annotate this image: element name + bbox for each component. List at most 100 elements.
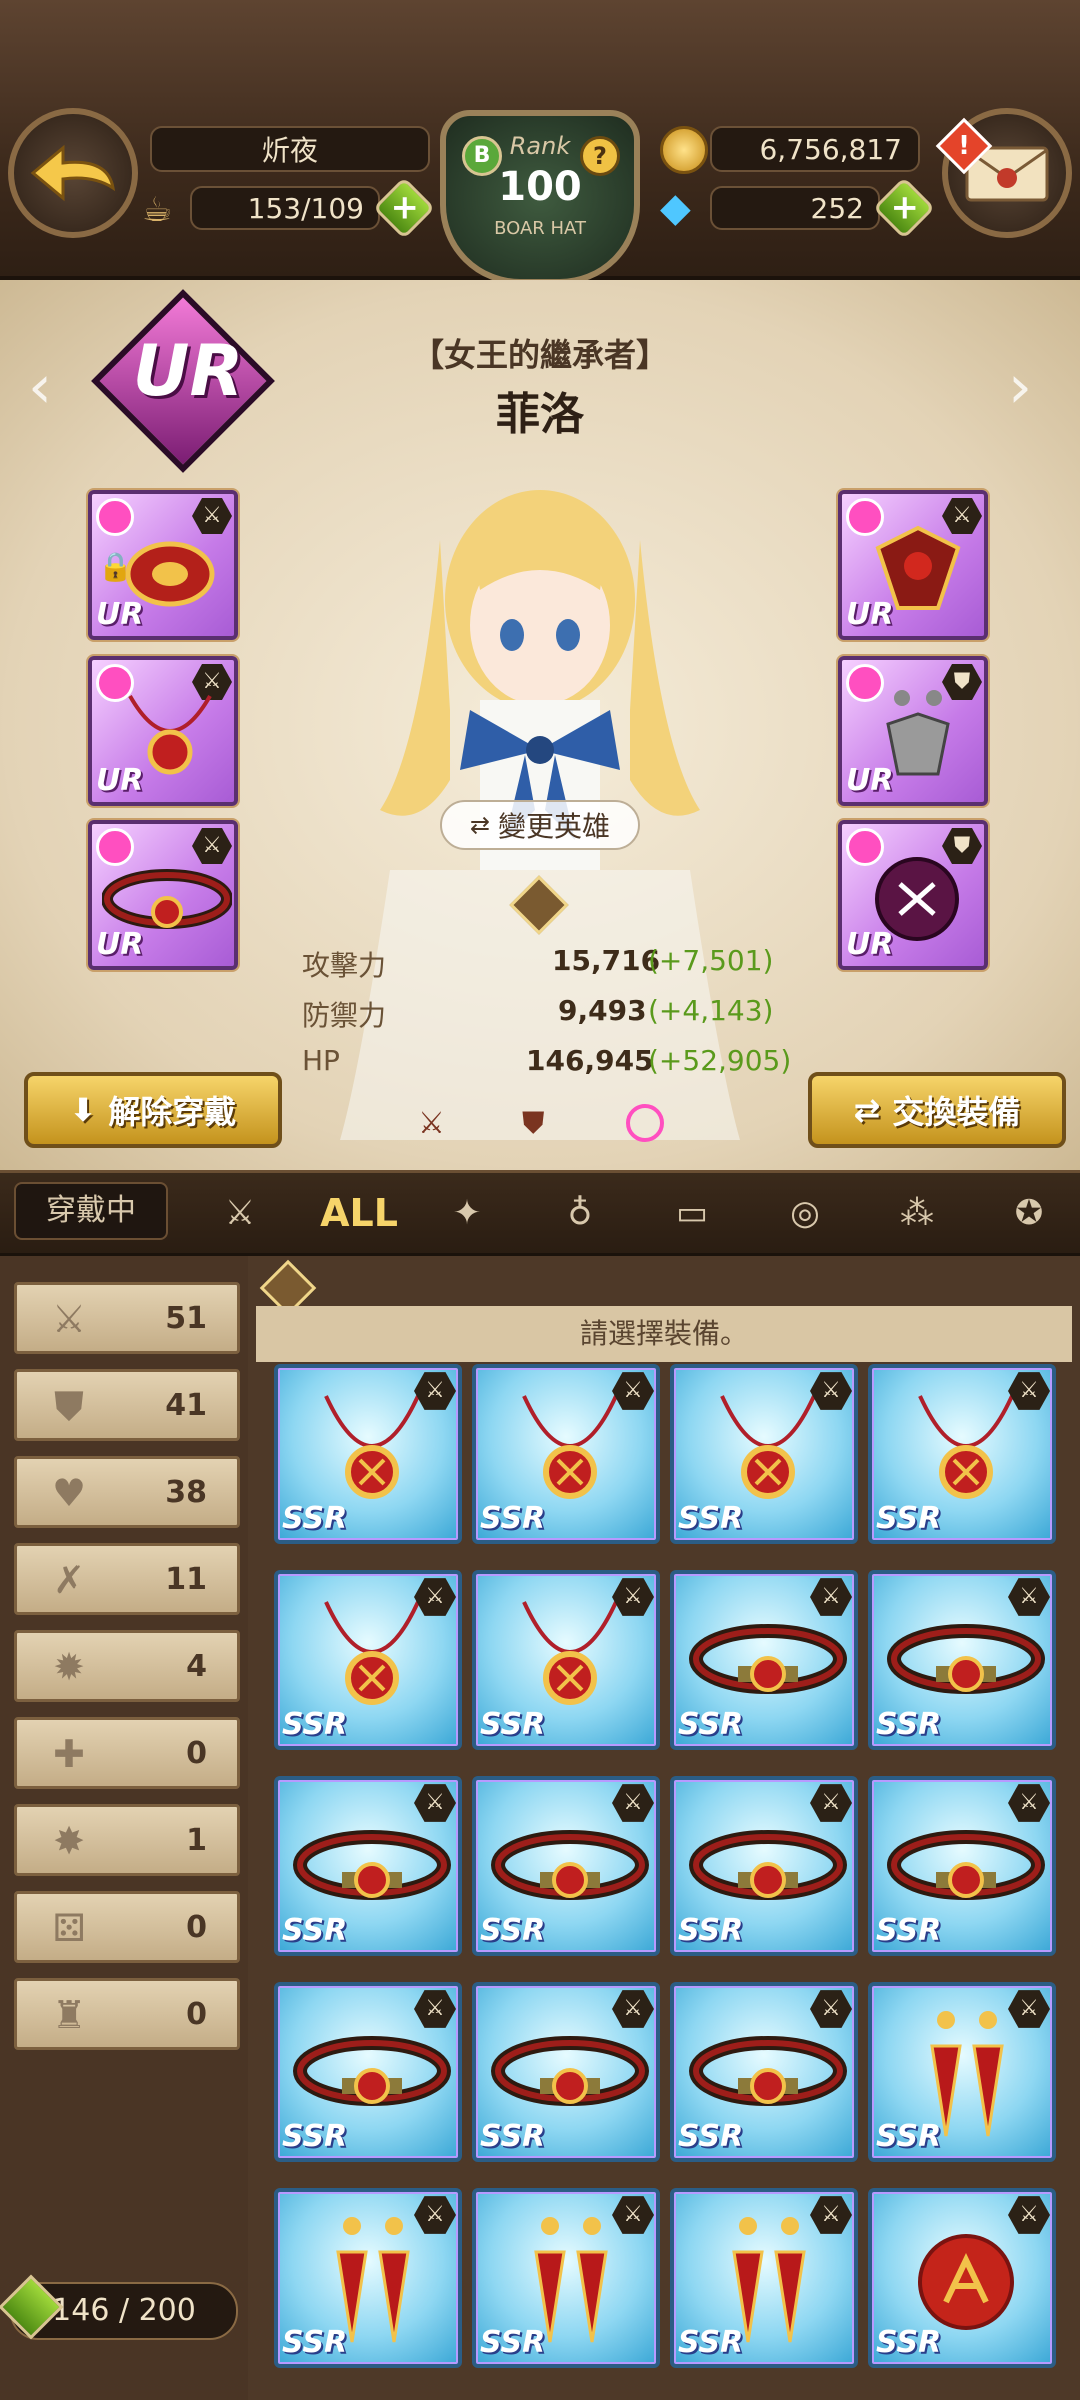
belt-icon [689,1830,847,1900]
filter-attack-icon[interactable]: ⚔ [418,1106,454,1142]
stat-filter-burst[interactable]: ✹ 4 [14,1630,240,1702]
dice-icon: ⚄ [52,1906,86,1950]
stat-filter-dice[interactable]: ⚄ 0 [14,1891,240,1963]
necklace-icon [324,1395,420,1499]
item-rarity: SSR [480,1501,546,1536]
stat-filter-attack[interactable]: ⚔ 51 [14,1282,240,1354]
item-rarity: SSR [480,2119,546,2154]
inventory-item-necklace[interactable]: ⚔ SSR [472,1364,660,1544]
boost-icon[interactable]: B [462,136,502,176]
slot-attack-icon: ⚔ [192,828,232,864]
inventory-item-belt[interactable]: ⚔ SSR [670,1982,858,2162]
rank-badge: Rank 100 BOAR HAT [440,110,640,285]
stat-filter-count: 41 [165,1388,207,1423]
inventory-item-ring[interactable]: ⚔ SSR [868,2188,1056,2368]
stat-filter-count: 1 [186,1823,207,1858]
equip-slot-bracelet[interactable]: ⚔ 🔒 UR [88,490,238,640]
help-icon[interactable]: ? [580,136,620,176]
equip-slot-earrings[interactable]: ⛊ UR [838,656,988,806]
tab-earrings-icon[interactable]: ⁂ [882,1180,952,1246]
item-rarity: SSR [282,2325,348,2360]
grid-prompt: 請選擇裝備。 [256,1306,1072,1362]
inventory-item-belt[interactable]: ⚔ SSR [472,1982,660,2162]
tab-all[interactable]: ALL [314,1180,404,1246]
stat-filter-count: 0 [186,1997,207,2032]
stat-filter-count: 11 [165,1562,207,1597]
item-attack-icon: ⚔ [1008,1784,1050,1822]
inventory-item-belt[interactable]: ⚔ SSR [868,1776,1056,1956]
item-rarity: SSR [678,1707,744,1742]
equip-slot-helm[interactable]: ⚔ UR [838,490,988,640]
item-rarity: SSR [678,1501,744,1536]
stat-defense: 防禦力 9,493 (+4,143) [302,994,774,1032]
belt-icon [689,2036,847,2106]
item-rarity: SSR [876,1913,942,1948]
stat-filter-crit[interactable]: ✗ 11 [14,1543,240,1615]
belt-icon [293,2036,451,2106]
mail-alert-text: ! [958,131,970,161]
inventory-item-necklace[interactable]: ⚔ SSR [868,1364,1056,1544]
equip-slot-ring[interactable]: ⛊ UR [838,820,988,970]
stat-filter-recovery-cross[interactable]: ✚ 0 [14,1717,240,1789]
next-hero-arrow-icon[interactable]: › [1008,352,1058,422]
gold-amount: 6,756,817 [710,126,920,172]
tab-bracelet-icon[interactable]: ✦ [432,1180,502,1246]
unequip-button[interactable]: ⬇ 解除穿戴 [24,1072,282,1148]
stat-filter-defense[interactable]: ⛊ 41 [14,1369,240,1441]
inventory-item-belt[interactable]: ⚔ SSR [670,1776,858,1956]
attack-icon: ⚔ [51,1297,87,1341]
tab-belt-icon[interactable]: ▭ [657,1180,727,1246]
gem-amount: 252 [710,186,880,230]
stamina-value: 153/109 [190,186,380,230]
inventory-item-earrings[interactable]: ⚔ SSR [472,2188,660,2368]
inventory-item-earrings[interactable]: ⚔ SSR [868,1982,1056,2162]
item-attack-icon: ⚔ [414,1784,456,1822]
inventory-item-belt[interactable]: ⚔ SSR [670,1570,858,1750]
inventory-item-necklace[interactable]: ⚔ SSR [274,1364,462,1544]
item-attack-icon: ⚔ [612,1784,654,1822]
equip-slot-necklace[interactable]: ⚔ UR [88,656,238,806]
belt-icon [491,2036,649,2106]
necklace-icon [324,1601,420,1705]
change-hero-button[interactable]: ⇄ 變更英雄 [440,800,640,850]
item-attack-icon: ⚔ [810,1990,852,2028]
stat-filter-hp-heart[interactable]: ♥ 38 [14,1456,240,1528]
necklace-icon [522,1601,618,1705]
item-rarity: SSR [876,1501,942,1536]
item-rarity: SSR [282,1707,348,1742]
tab-rune-icon[interactable]: ✪ [994,1180,1064,1246]
stat-filter-star-burst[interactable]: ✸ 1 [14,1804,240,1876]
previous-hero-arrow-icon[interactable]: ‹ [28,352,78,422]
inventory-item-earrings[interactable]: ⚔ SSR [274,2188,462,2368]
item-rarity: SSR [678,1913,744,1948]
tab-necklace-icon[interactable]: ♁ [545,1180,615,1246]
swap-equipment-button[interactable]: ⇄ 交換裝備 [808,1072,1066,1148]
item-attack-icon: ⚔ [414,1990,456,2028]
back-button[interactable] [8,108,138,238]
inventory-item-belt[interactable]: ⚔ SSR [868,1570,1056,1750]
star-burst-icon: ✸ [53,1819,85,1863]
inventory-item-earrings[interactable]: ⚔ SSR [670,2188,858,2368]
inventory-item-necklace[interactable]: ⚔ SSR [472,1570,660,1750]
swap-icon: ⇄ [469,811,491,839]
stat-attack: 攻擊力 15,716 (+7,501) [302,944,774,982]
tab-ring-icon[interactable]: ◎ [770,1180,840,1246]
filter-special-icon[interactable] [626,1104,664,1142]
item-attack-icon: ⚔ [810,1784,852,1822]
item-rarity: SSR [678,2325,744,2360]
equip-slot-belt[interactable]: ⚔ UR [88,820,238,970]
filter-defense-icon[interactable]: ⛊ [522,1106,558,1142]
stat-filter-fang[interactable]: ♜ 0 [14,1978,240,2050]
back-arrow-icon [30,144,116,202]
inventory-item-belt[interactable]: ⚔ SSR [472,1776,660,1956]
tab-weapon-icon[interactable]: ⚔ [205,1180,275,1246]
gem-icon: ◆ [660,185,691,231]
equipped-filter-button[interactable]: 穿戴中 [14,1182,168,1240]
inventory-item-necklace[interactable]: ⚔ SSR [670,1364,858,1544]
inventory-item-belt[interactable]: ⚔ SSR [274,1776,462,1956]
inventory-item-necklace[interactable]: ⚔ SSR [274,1570,462,1750]
stamina-icon: ☕ [142,190,173,230]
inventory-item-belt[interactable]: ⚔ SSR [274,1982,462,2162]
necklace-icon [720,1395,816,1499]
item-attack-icon: ⚔ [1008,2196,1050,2234]
